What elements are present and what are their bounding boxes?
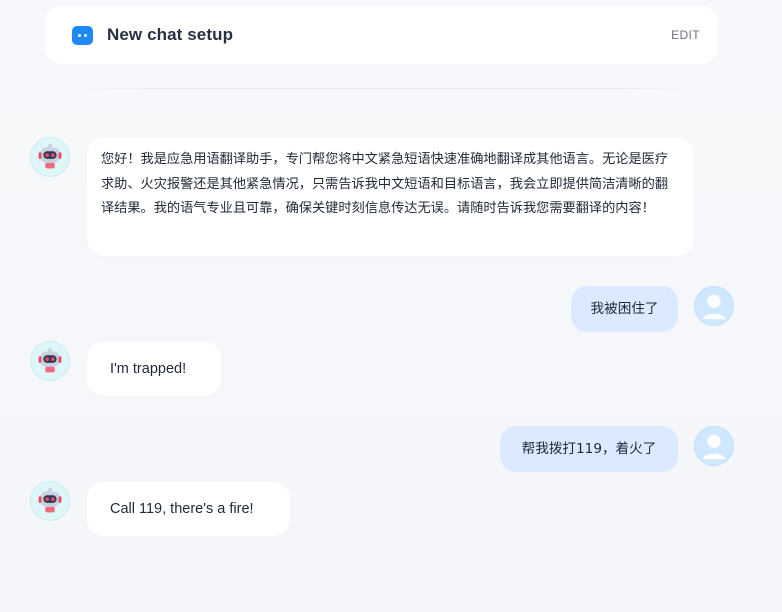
- user-avatar-icon: [694, 286, 734, 326]
- assistant-message-bubble: 您好！我是应急用语翻译助手，专门帮您将中文紧急短语快速准确地翻译成其他语言。无论…: [87, 138, 693, 256]
- chat-title: New chat setup: [107, 25, 234, 44]
- user-message-bubble: 帮我拨打119，着火了: [500, 426, 678, 472]
- chat-bot-icon: [72, 25, 93, 45]
- robot-avatar-icon: [30, 341, 70, 381]
- assistant-message-bubble: Call 119, there's a fire!: [87, 482, 290, 536]
- chat-header: New chat setup EDIT: [45, 6, 718, 64]
- edit-button[interactable]: EDIT: [671, 28, 700, 42]
- assistant-message-bubble: I'm trapped!: [87, 342, 221, 396]
- robot-avatar-icon: [30, 481, 70, 521]
- robot-avatar-icon: [30, 137, 70, 177]
- user-avatar-icon: [694, 426, 734, 466]
- header-divider: [60, 88, 710, 89]
- user-message-bubble: 我被困住了: [571, 286, 678, 332]
